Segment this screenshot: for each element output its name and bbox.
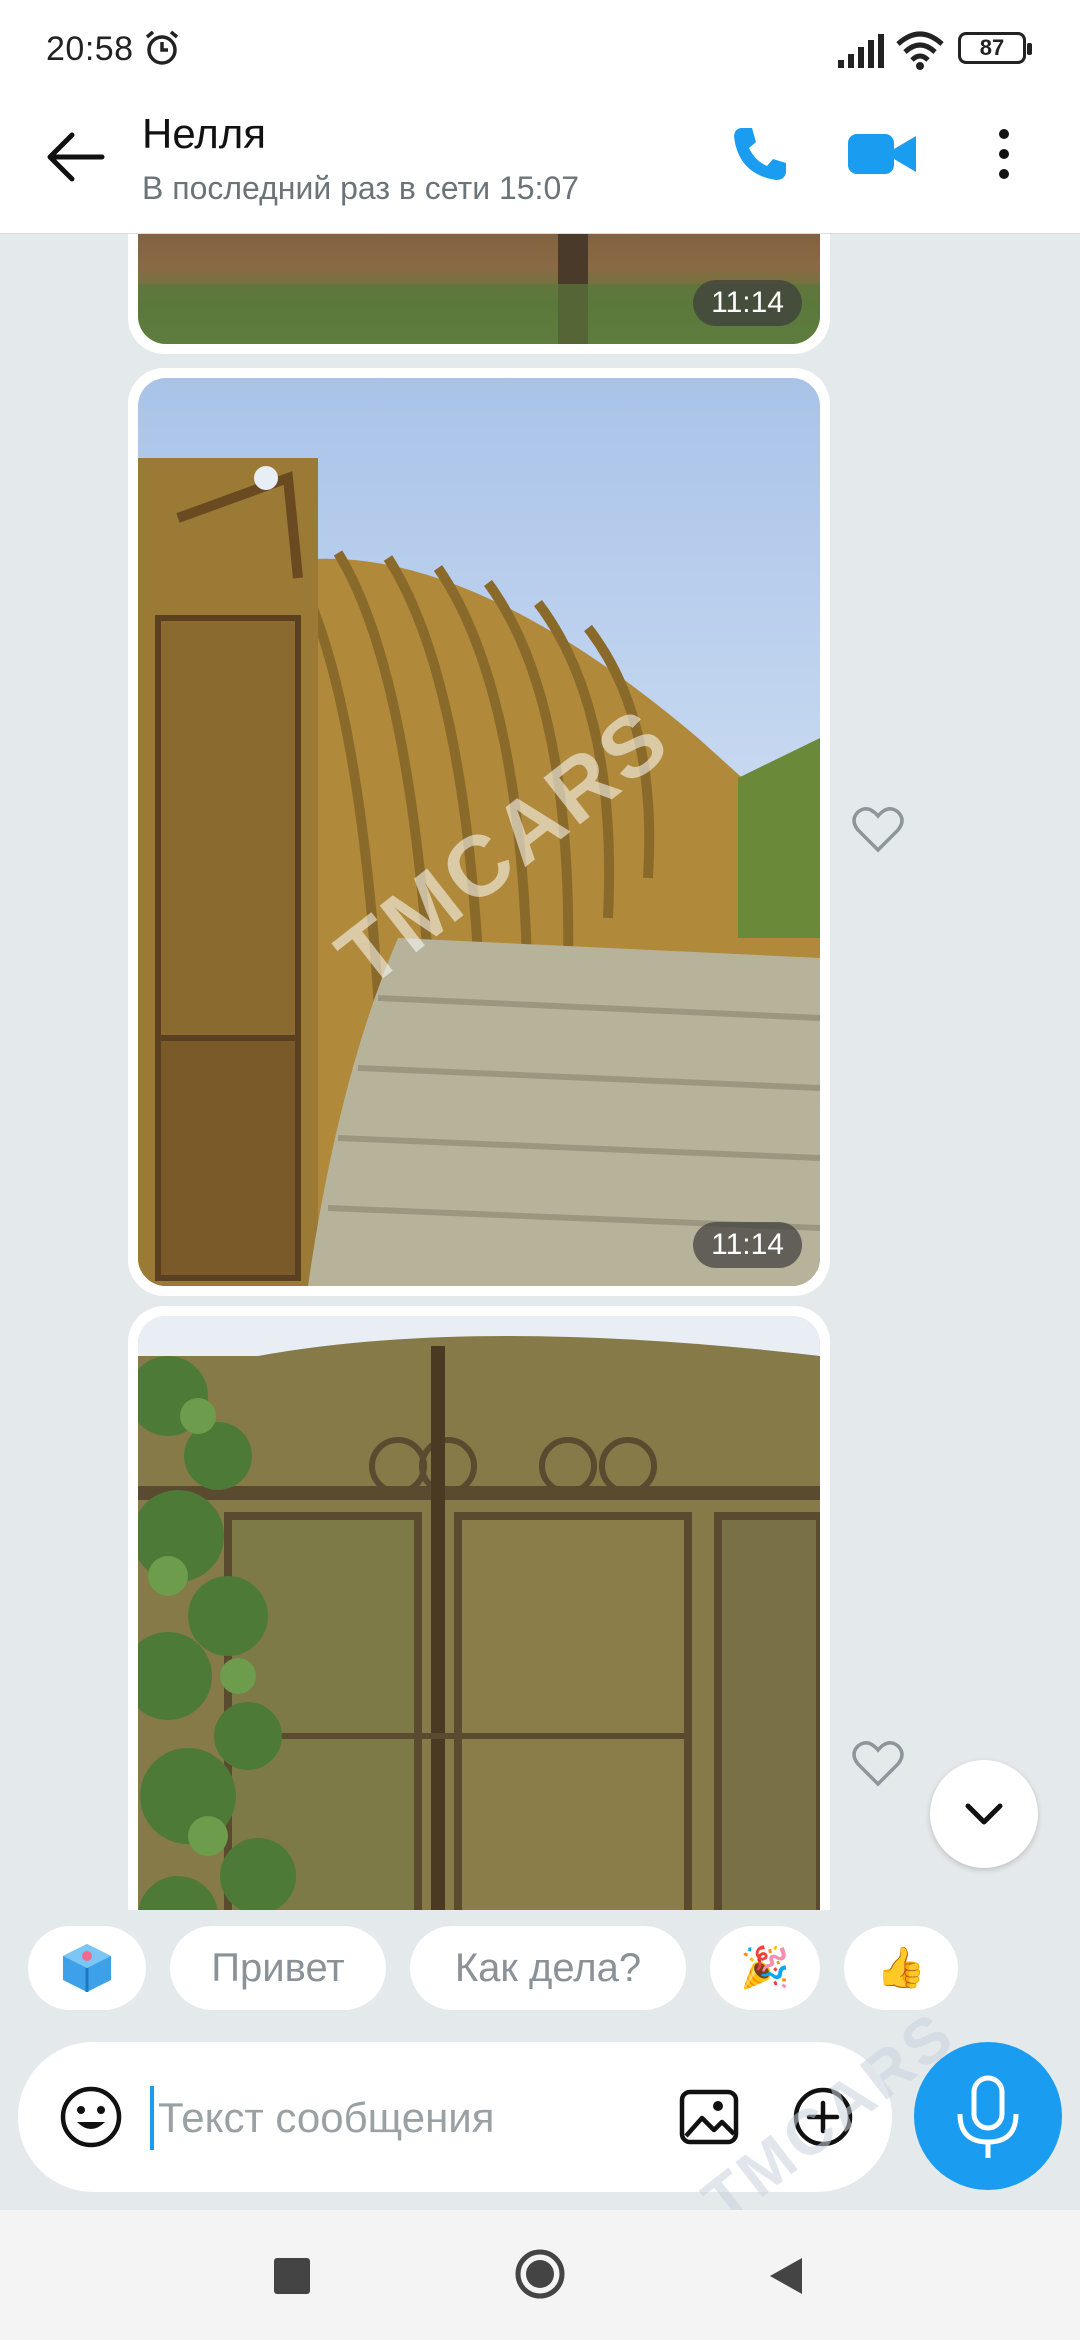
quick-reply-chip[interactable]: Как дела? [410, 1926, 686, 2010]
message-input[interactable] [150, 2086, 670, 2150]
status-time: 20:58 [46, 30, 134, 68]
wifi-icon [896, 31, 944, 70]
doors-photo-illustration [138, 1316, 820, 1910]
recents-square-icon[interactable] [274, 2258, 310, 2294]
microphone-icon [957, 2075, 1019, 2158]
heart-icon[interactable] [852, 1740, 904, 1788]
battery-icon: 87 [958, 32, 1032, 64]
microphone-button[interactable] [914, 2042, 1062, 2190]
message-photo[interactable] [138, 1316, 820, 1910]
message-photo[interactable]: TMCARS 11:14 [138, 378, 820, 1286]
photo-message[interactable]: 11:14 [128, 234, 830, 354]
battery-level: 87 [979, 35, 1005, 60]
alarm-icon [145, 30, 179, 65]
home-circle-icon[interactable] [514, 2248, 566, 2300]
photo-message[interactable]: TMCARS 11:14 [128, 368, 830, 1296]
message-photo[interactable]: 11:14 [138, 234, 820, 344]
more-vertical-icon[interactable] [984, 122, 1024, 186]
message-list[interactable]: 11:14 TMCARS 11:14 [0, 234, 1080, 1910]
heart-icon[interactable] [852, 806, 904, 854]
message-time: 11:14 [693, 1222, 802, 1268]
quick-reply-chip[interactable]: Привет [170, 1926, 386, 2010]
party-emoji-chip[interactable]: 🎉 [710, 1926, 820, 2010]
phone-icon[interactable] [728, 122, 792, 186]
emoji-icon[interactable] [58, 2084, 124, 2150]
gallery-icon[interactable] [676, 2084, 742, 2150]
chat-header: Нелля В последний раз в сети 15:07 [0, 100, 1080, 234]
sticker-cube-icon [63, 1944, 111, 1992]
thumbs-up-chip[interactable]: 👍 [844, 1926, 958, 2010]
video-camera-icon[interactable] [846, 122, 918, 186]
back-triangle-icon[interactable] [766, 2254, 806, 2298]
status-bar: 20:58 87 [0, 0, 1080, 100]
photo-message[interactable] [128, 1306, 830, 1910]
contact-name[interactable]: Нелля [142, 110, 266, 158]
back-arrow-icon[interactable] [40, 122, 110, 192]
last-seen-status: В последний раз в сети 15:07 [142, 170, 580, 206]
system-nav-bar [0, 2210, 1080, 2340]
message-time: 11:14 [693, 280, 802, 326]
chevron-down-icon [965, 1803, 1003, 1825]
signal-icon [838, 34, 884, 68]
scroll-down-button[interactable] [930, 1760, 1038, 1868]
sticker-chip[interactable] [28, 1926, 146, 2010]
